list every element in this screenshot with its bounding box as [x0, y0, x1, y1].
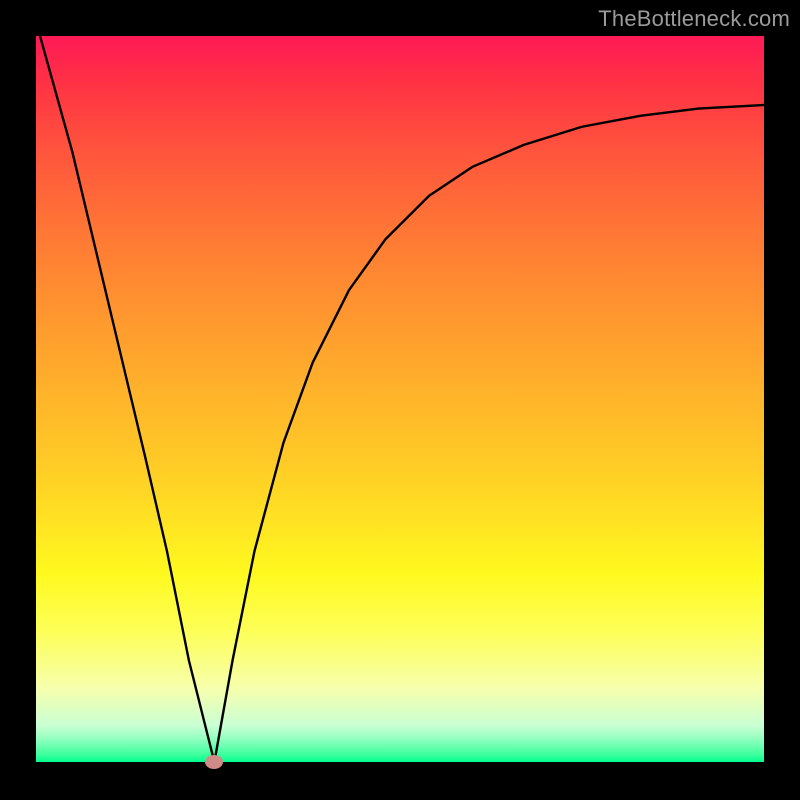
plot-area — [36, 36, 764, 762]
bottleneck-curve — [36, 36, 764, 762]
watermark-text: TheBottleneck.com — [598, 6, 790, 32]
minimum-marker — [205, 755, 223, 769]
chart-frame: TheBottleneck.com — [0, 0, 800, 800]
